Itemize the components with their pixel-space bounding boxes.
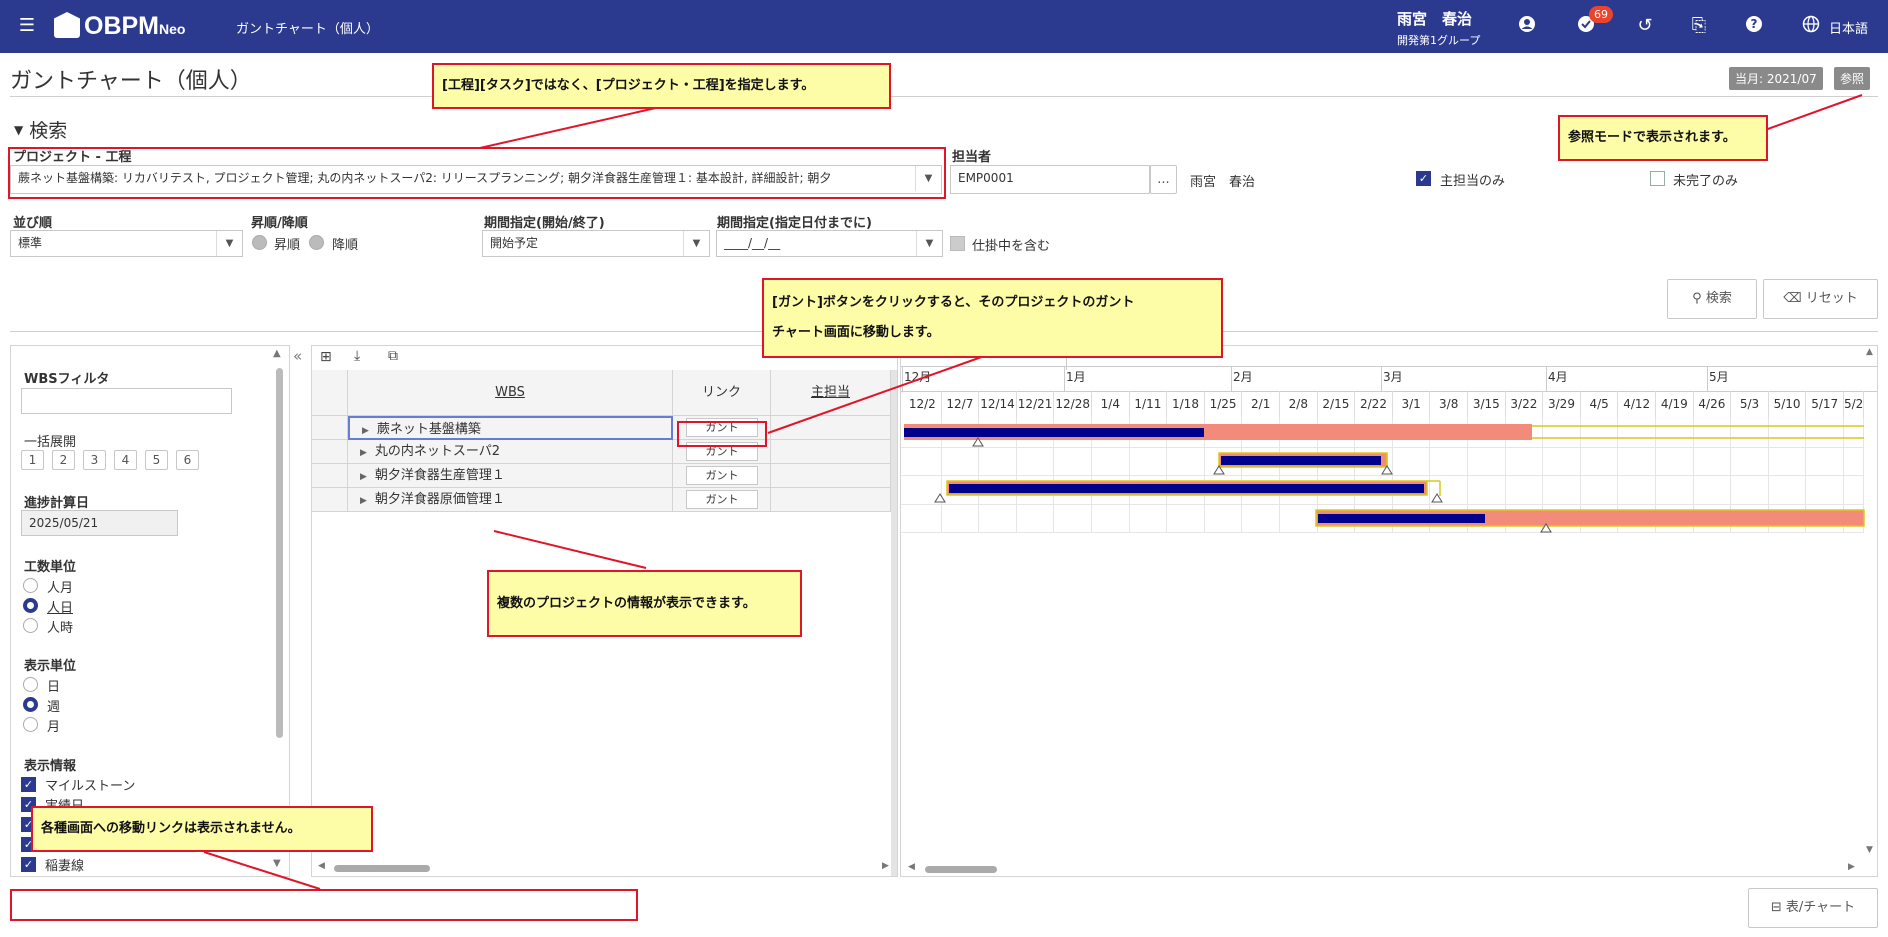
gantt-vscroll-down[interactable]: ▼ — [1866, 845, 1873, 855]
gantt-hscroll-right[interactable]: ▶ — [1848, 862, 1855, 872]
gantt-hscroll-left[interactable]: ◀ — [908, 862, 915, 872]
actual-bar[interactable] — [949, 484, 1424, 493]
actual-bar[interactable] — [1221, 456, 1381, 465]
callout-reference-mode: 参照モードで表示されます。 — [1558, 115, 1768, 161]
table-chart-toggle-button[interactable]: ⊟ 表/チャート — [1748, 888, 1878, 928]
table-icon: ⊟ — [1770, 900, 1782, 915]
footer-link-area-highlight — [10, 889, 638, 921]
callout-project-spec: [工程][タスク]ではなく、[プロジェクト・工程]を指定します。 — [432, 63, 891, 109]
gantt-bars — [904, 424, 1865, 533]
callout-gantt-button: [ガント]ボタンをクリックすると、そのプロジェクトのガント チャート画面に移動し… — [762, 278, 1223, 358]
actual-bar[interactable] — [1318, 514, 1485, 523]
callout-no-links: 各種画面への移動リンクは表示されません。 — [31, 806, 373, 852]
callout-multi-project: 複数のプロジェクトの情報が表示できます。 — [487, 570, 802, 637]
project-select-highlight — [8, 147, 946, 199]
milestone-icon[interactable] — [934, 493, 946, 503]
gantt-hscroll-thumb[interactable] — [925, 866, 997, 873]
gantt-vscroll-up[interactable]: ▲ — [1866, 347, 1873, 357]
gantt-button-highlight — [677, 421, 767, 447]
actual-bar[interactable] — [904, 428, 1204, 437]
